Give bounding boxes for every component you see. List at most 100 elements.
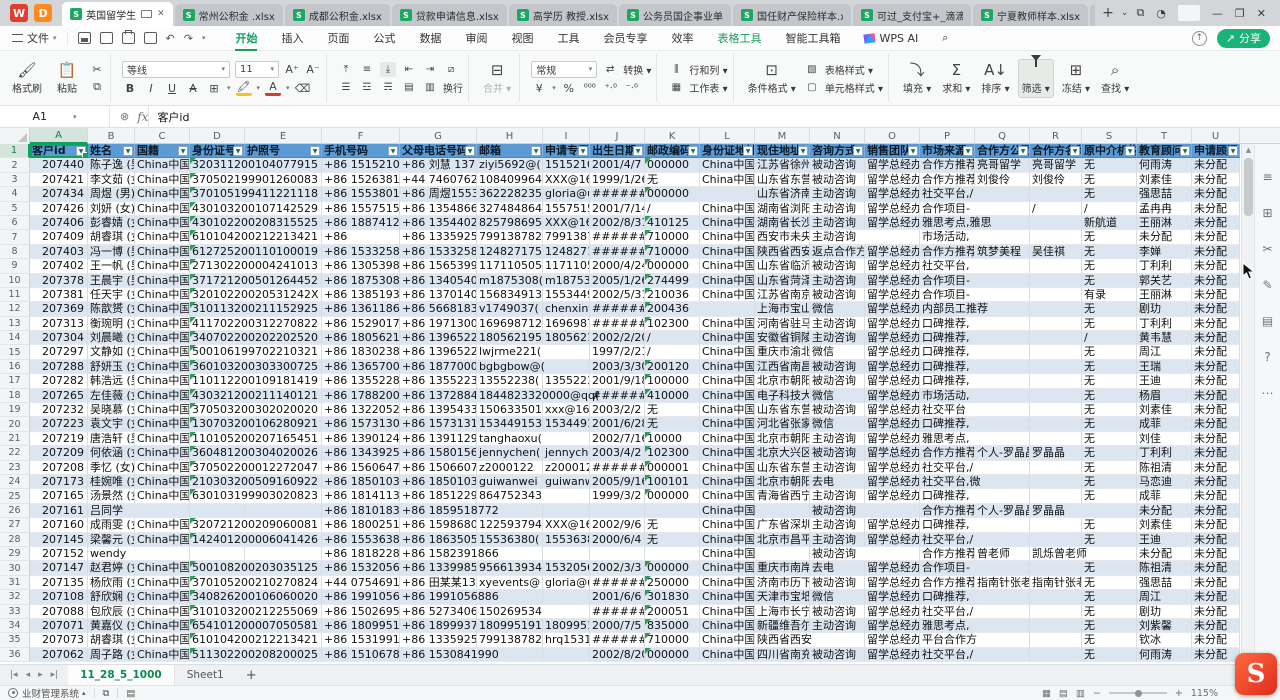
cell[interactable]: 留学总经办 bbox=[865, 633, 920, 647]
cell[interactable]: +86 19910568 bbox=[322, 590, 400, 604]
row-number[interactable]: 5 bbox=[0, 202, 30, 216]
cell[interactable]: +86 18141137 bbox=[322, 489, 400, 503]
row-number[interactable]: 36 bbox=[0, 648, 30, 662]
cell[interactable]: 青海省西宁 bbox=[755, 489, 810, 503]
cell[interactable]: China中国 bbox=[700, 633, 755, 647]
cell[interactable]: ######## bbox=[590, 317, 645, 331]
cell[interactable]: China中国 bbox=[135, 360, 190, 374]
scrollbar-thumb[interactable] bbox=[1244, 158, 1253, 216]
cell[interactable]: 留学总经办 bbox=[865, 417, 920, 431]
menu-tab-工具[interactable]: 工具 bbox=[545, 26, 591, 51]
cell[interactable]: 2005/9/16 bbox=[590, 475, 645, 489]
upload-cloud-icon[interactable]: ↑ bbox=[1192, 31, 1207, 46]
cell[interactable]: 申请专用邮箱▼ bbox=[543, 144, 590, 158]
cell[interactable] bbox=[1030, 432, 1082, 446]
cell[interactable]: 2001/9/18 bbox=[590, 374, 645, 388]
filter-dropdown-icon[interactable]: ▼ bbox=[743, 146, 753, 156]
cell[interactable]: 无 bbox=[1082, 403, 1137, 417]
cell[interactable]: 合作方推荐 bbox=[920, 173, 975, 187]
cell[interactable] bbox=[190, 504, 245, 518]
cell[interactable]: 口碑推荐, bbox=[920, 317, 975, 331]
cell[interactable]: 丁利利 bbox=[1137, 446, 1192, 460]
cell[interactable]: 黄嘉仪 (女 bbox=[88, 619, 135, 633]
cell[interactable]: 无 bbox=[1082, 648, 1137, 662]
cell[interactable]: 主动咨询 bbox=[810, 461, 865, 475]
cell[interactable]: 未分配 bbox=[1192, 504, 1240, 518]
cell[interactable]: +86 1533258500 bbox=[400, 245, 477, 259]
cell[interactable]: 320311200104077915 bbox=[190, 158, 245, 172]
tab-list-chevron-icon[interactable]: ⌄ bbox=[1121, 8, 1137, 18]
row-number[interactable]: 33 bbox=[0, 605, 30, 619]
cell[interactable]: 000000 bbox=[645, 561, 700, 575]
cell[interactable]: +86 1396522100 bbox=[400, 345, 477, 359]
cell[interactable]: 社交平台,/ bbox=[920, 461, 975, 475]
cell[interactable] bbox=[975, 533, 1030, 547]
cell[interactable] bbox=[1030, 489, 1082, 503]
cell[interactable]: wendy bbox=[88, 547, 135, 561]
cell[interactable]: China中国 bbox=[135, 173, 190, 187]
cell[interactable]: 周煜 (男) bbox=[88, 187, 135, 201]
cell[interactable]: 曾老师 bbox=[975, 547, 1030, 561]
cell[interactable]: 被动咨询 bbox=[810, 446, 865, 460]
cell[interactable]: 2000/7/5 bbox=[590, 619, 645, 633]
cell[interactable]: 季忆 (女) bbox=[88, 461, 135, 475]
cell[interactable] bbox=[975, 274, 1030, 288]
cell[interactable]: 未分配 bbox=[1192, 302, 1240, 316]
cell[interactable]: China中国 bbox=[135, 446, 190, 460]
cell[interactable]: +86 18101832 bbox=[322, 504, 400, 518]
cell[interactable]: 成雨雯 (女 bbox=[88, 518, 135, 532]
cell[interactable]: 142401200006041426 bbox=[190, 533, 245, 547]
cell[interactable]: 社交平台, bbox=[920, 259, 975, 273]
export-icon[interactable] bbox=[100, 32, 113, 44]
cell[interactable]: 无 bbox=[1082, 518, 1137, 532]
cell[interactable]: +86 田某某1395 bbox=[400, 576, 477, 590]
cell[interactable]: 去电 bbox=[810, 475, 865, 489]
cell[interactable]: 630103199903020823 bbox=[190, 489, 245, 503]
cell[interactable] bbox=[975, 432, 1030, 446]
cell[interactable]: 留学总经办 bbox=[865, 605, 920, 619]
cell[interactable]: China中国 bbox=[135, 259, 190, 273]
cell[interactable]: 371721200501264452 bbox=[190, 274, 245, 288]
cell[interactable] bbox=[543, 432, 590, 446]
filter-dropdown-icon[interactable]: ▼ bbox=[578, 146, 588, 156]
cell[interactable]: 360481200304020026 bbox=[190, 446, 245, 460]
cell[interactable]: 未分配 bbox=[1192, 518, 1240, 532]
cell[interactable]: 320721200209060081 bbox=[190, 518, 245, 532]
print-preview-icon[interactable] bbox=[144, 32, 157, 44]
cell[interactable]: 新疆维吾尔 bbox=[755, 619, 810, 633]
cell[interactable]: +86 1340540988 bbox=[400, 274, 477, 288]
cell[interactable]: +86 1506607386 bbox=[400, 461, 477, 475]
cell[interactable]: 合作方名称▼ bbox=[1030, 144, 1082, 158]
prev-sheet-icon[interactable]: ◂ bbox=[26, 670, 31, 680]
cell[interactable]: +86 1354402198 bbox=[400, 216, 477, 230]
cell[interactable] bbox=[645, 547, 700, 561]
menu-tab-开始[interactable]: 开始 bbox=[223, 26, 269, 51]
cell[interactable]: China中国 bbox=[135, 345, 190, 359]
cell[interactable] bbox=[245, 547, 322, 561]
cell[interactable]: 未分配 bbox=[1137, 547, 1192, 561]
column-header-H[interactable]: H bbox=[477, 128, 543, 144]
cell[interactable]: China中国 bbox=[700, 446, 755, 460]
cell[interactable]: 153205639 bbox=[543, 561, 590, 575]
cell[interactable]: 刘俊伶 bbox=[1030, 173, 1082, 187]
cell[interactable] bbox=[1030, 648, 1082, 662]
cell[interactable]: 207369 bbox=[30, 302, 88, 316]
cell[interactable]: 无 bbox=[1082, 259, 1137, 273]
cell[interactable]: 留学总经办 bbox=[865, 389, 920, 403]
cell[interactable] bbox=[975, 633, 1030, 647]
cell[interactable] bbox=[975, 489, 1030, 503]
cell[interactable]: 孟冉冉 bbox=[1137, 202, 1192, 216]
cell[interactable]: gloria@uk( bbox=[543, 187, 590, 201]
search-icon[interactable]: ⌕ bbox=[930, 26, 960, 51]
cell[interactable]: 汤景然 (女 bbox=[88, 489, 135, 503]
cell[interactable]: 710000 bbox=[645, 633, 700, 647]
cell[interactable]: 被动咨询 bbox=[810, 259, 865, 273]
cell[interactable]: 重庆市南岸 bbox=[755, 561, 810, 575]
cell[interactable]: 169698712 bbox=[543, 317, 590, 331]
menu-tab-会员专享[interactable]: 会员专享 bbox=[591, 26, 659, 51]
cell[interactable]: 湖南省浏阳 bbox=[755, 202, 810, 216]
cell[interactable]: China中国 bbox=[135, 605, 190, 619]
cell[interactable]: 无 bbox=[1082, 576, 1137, 590]
cell[interactable]: 1844823320000@qq( bbox=[477, 389, 543, 403]
cell[interactable]: 000000 bbox=[645, 158, 700, 172]
